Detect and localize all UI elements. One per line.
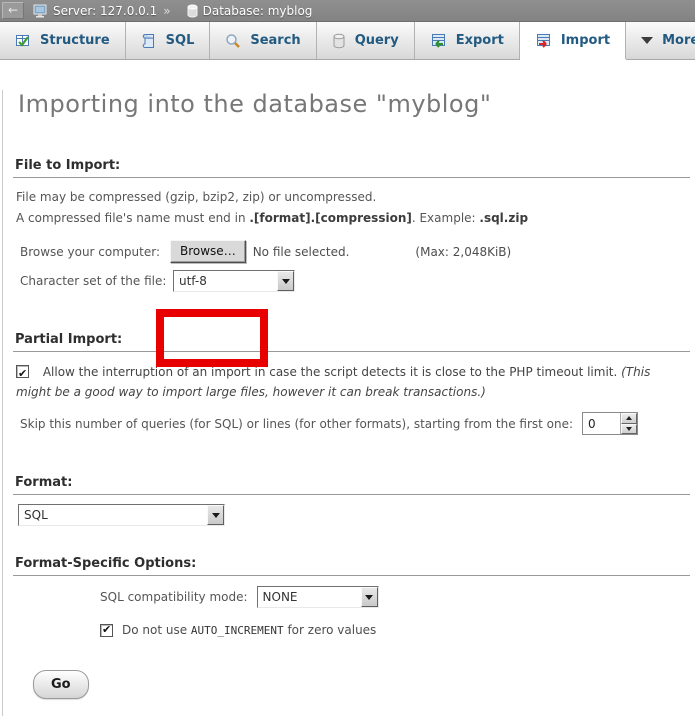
tab-label: Import <box>561 33 610 48</box>
chevron-down-icon <box>641 37 653 44</box>
tab-query[interactable]: Query <box>317 22 415 59</box>
tab-label: Structure <box>40 33 110 48</box>
note-example: .sql.zip <box>479 211 528 225</box>
format-selected-value: SQL <box>19 505 53 525</box>
breadcrumb-separator: » <box>163 4 170 18</box>
tab-structure[interactable]: Structure <box>0 22 126 59</box>
tab-label: More <box>662 33 695 48</box>
search-icon <box>225 33 241 49</box>
tab-import[interactable]: Import <box>520 22 626 59</box>
allow-interrupt-row: Allow the interruption of an import in c… <box>16 362 681 402</box>
browse-row: Browse your computer: Browse… No file se… <box>20 240 695 263</box>
go-row: Go <box>33 670 695 699</box>
sql-icon <box>141 33 157 49</box>
zero-values-text: Do not use AUTO_INCREMENT for zero value… <box>122 623 376 637</box>
tab-label: Export <box>456 33 504 48</box>
database-icon <box>186 4 199 18</box>
no-file-text: No file selected. <box>253 245 350 259</box>
export-icon <box>430 33 447 49</box>
dropdown-arrow-icon[interactable] <box>361 587 378 607</box>
section-heading-format-specific: Format-Specific Options: <box>13 556 690 576</box>
browse-label: Browse your computer: <box>20 245 170 259</box>
breadcrumb-database[interactable]: Database: myblog <box>203 4 313 18</box>
note-line2-middle: . Example: <box>412 211 480 225</box>
auto-increment-code: AUTO_INCREMENT <box>191 624 284 637</box>
sql-compat-label: SQL compatibility mode: <box>100 590 248 604</box>
sql-compat-row: SQL compatibility mode: NONE <box>100 586 695 608</box>
section-heading-format: Format: <box>13 475 690 495</box>
structure-icon <box>15 33 31 49</box>
tab-label: Search <box>250 33 300 48</box>
tab-sql[interactable]: SQL <box>126 22 211 59</box>
note-pattern: .[format].[compression] <box>249 211 411 225</box>
breadcrumb-bar: ← Server: 127.0.0.1 » Database: myblog <box>0 0 695 22</box>
sql-compat-selected-value: NONE <box>258 587 303 607</box>
allow-interrupt-text: Allow the interruption of an import in c… <box>43 365 621 379</box>
query-icon <box>332 33 346 49</box>
tab-label: SQL <box>166 33 195 48</box>
import-page: Importing into the database "myblog" Fil… <box>2 90 695 716</box>
note-line1: File may be compressed (gzip, bzip2, zip… <box>16 190 376 204</box>
back-button[interactable]: ← <box>2 2 24 19</box>
compression-note: File may be compressed (gzip, bzip2, zip… <box>16 187 683 229</box>
charset-selected-value: utf-8 <box>174 271 212 291</box>
zero-values-row: Do not use AUTO_INCREMENT for zero value… <box>100 623 695 637</box>
format-select[interactable]: SQL <box>18 504 225 526</box>
skip-queries-input[interactable]: 0 <box>582 412 638 435</box>
dropdown-arrow-icon[interactable] <box>207 505 224 525</box>
section-heading-file-to-import: File to Import: <box>13 158 690 178</box>
skip-queries-value: 0 <box>583 413 620 434</box>
section-heading-partial-import: Partial Import: <box>13 332 690 352</box>
sql-compat-select[interactable]: NONE <box>257 586 379 608</box>
zero-values-checkbox[interactable] <box>100 624 113 637</box>
browse-button[interactable]: Browse… <box>170 240 246 263</box>
breadcrumb-server[interactable]: Server: 127.0.0.1 <box>53 4 157 18</box>
page-title: Importing into the database "myblog" <box>18 90 695 118</box>
charset-row: Character set of the file: utf-8 <box>20 270 695 292</box>
server-icon <box>33 4 49 18</box>
skip-queries-label: Skip this number of queries (for SQL) or… <box>20 417 573 431</box>
tab-bar: Structure SQL Search Query Export <box>0 22 695 60</box>
max-size-text: (Max: 2,048KiB) <box>415 245 511 259</box>
tab-search[interactable]: Search <box>210 22 316 59</box>
spinner-up-button[interactable] <box>621 413 637 424</box>
tab-more[interactable]: More <box>626 22 695 59</box>
charset-select[interactable]: utf-8 <box>173 270 295 292</box>
note-line2-prefix: A compressed file's name must end in <box>16 211 249 225</box>
spinner-down-button[interactable] <box>621 424 637 435</box>
skip-queries-row: Skip this number of queries (for SQL) or… <box>20 412 695 435</box>
tab-export[interactable]: Export <box>415 22 520 59</box>
go-button[interactable]: Go <box>33 670 89 699</box>
allow-interrupt-checkbox[interactable] <box>16 365 29 378</box>
dropdown-arrow-icon[interactable] <box>277 271 294 291</box>
import-icon <box>535 33 552 49</box>
format-row: SQL <box>18 504 695 526</box>
charset-label: Character set of the file: <box>20 274 173 288</box>
tab-label: Query <box>355 33 399 48</box>
